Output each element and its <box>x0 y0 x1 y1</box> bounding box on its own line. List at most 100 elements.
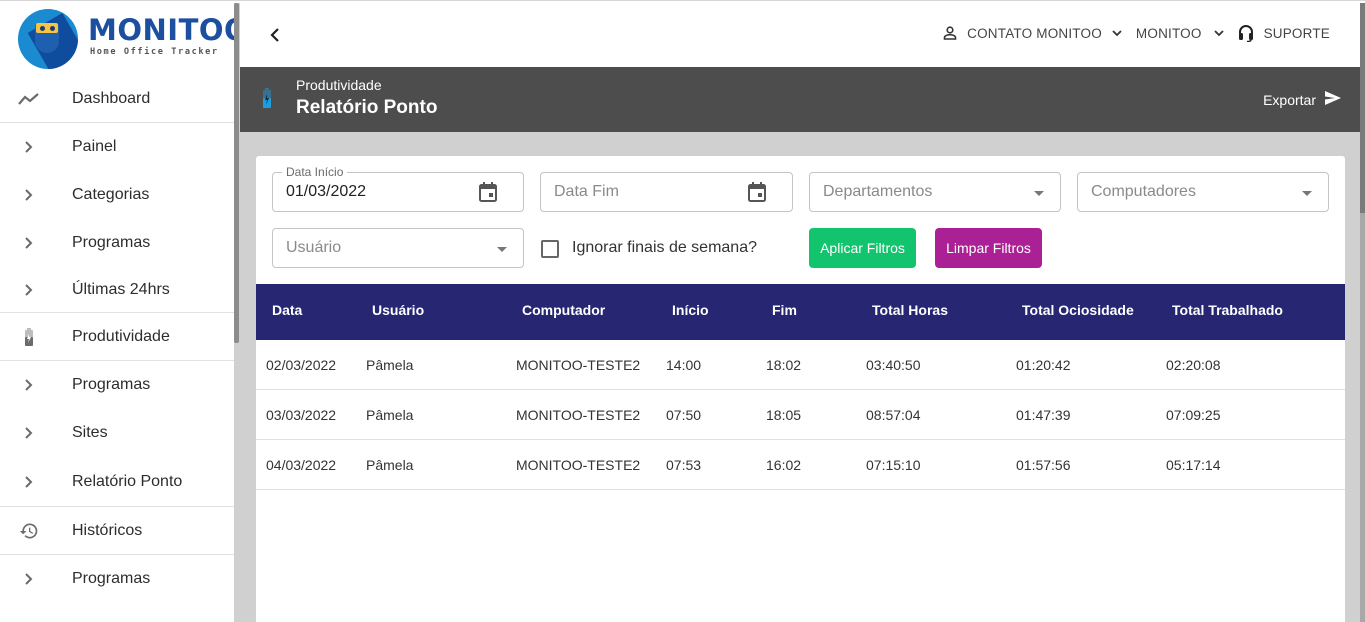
sidebar-item-sites[interactable]: Sites <box>0 409 234 457</box>
calendar-icon[interactable] <box>748 182 766 207</box>
table-row[interactable]: 02/03/2022 Pâmela MONITOO-TESTE2 14:00 18:02… <box>256 340 1345 390</box>
sidebar-item-categorias[interactable]: Categorias <box>0 171 234 219</box>
page-header: Produtividade Relatório Ponto Exportar <box>240 67 1360 132</box>
sidebar-item-label: Programas <box>72 376 151 393</box>
chevron-left-icon[interactable] <box>268 23 286 47</box>
column-header-computador[interactable]: Computador <box>522 302 605 318</box>
dropdown-arrow-icon <box>1034 191 1044 196</box>
ignore-weekends-label[interactable]: Ignorar finais de semana? <box>572 239 757 257</box>
column-header-inicio[interactable]: Início <box>672 302 709 318</box>
cell-total-horas: 03:40:50 <box>866 357 921 373</box>
chevron-down-icon <box>1213 29 1224 37</box>
export-button[interactable]: Exportar <box>1263 90 1342 109</box>
owl-logo-icon <box>18 9 78 69</box>
report-table: Data Usuário Computador Início Fim Total… <box>256 284 1345 490</box>
computers-placeholder: Computadores <box>1091 183 1196 200</box>
cell-total-ociosidade: 01:47:39 <box>1016 407 1071 423</box>
sidebar-item-painel[interactable]: Painel <box>0 123 234 171</box>
cell-total-trabalhado: 07:09:25 <box>1166 407 1221 423</box>
table-row[interactable]: 03/03/2022 Pâmela MONITOO-TESTE2 07:50 18:05… <box>256 390 1345 440</box>
cell-data: 03/03/2022 <box>266 407 337 423</box>
battery-charging-icon <box>18 326 40 348</box>
end-date-placeholder: Data Fim <box>554 183 619 200</box>
clear-filters-button[interactable]: Limpar Filtros <box>935 228 1042 268</box>
cell-fim: 18:05 <box>766 407 802 423</box>
cell-computador: MONITOO-TESTE2 <box>516 457 641 473</box>
column-header-total-ociosidade[interactable]: Total Ociosidade <box>1022 302 1134 318</box>
headset-icon <box>1238 24 1254 42</box>
cell-data: 04/03/2022 <box>266 457 337 473</box>
column-header-data[interactable]: Data <box>272 302 302 318</box>
support-link[interactable]: SUPORTE <box>1238 24 1330 42</box>
chevron-right-icon <box>18 422 40 444</box>
cell-data: 02/03/2022 <box>266 357 337 373</box>
cell-fim: 16:02 <box>766 457 802 473</box>
dropdown-arrow-icon <box>497 247 507 252</box>
column-header-total-horas[interactable]: Total Horas <box>872 302 948 318</box>
cell-total-ociosidade: 01:20:42 <box>1016 357 1071 373</box>
contact-menu[interactable]: CONTATO MONITOO <box>943 26 1122 41</box>
cell-computador: MONITOO-TESTE2 <box>516 357 641 373</box>
ignore-weekends-checkbox[interactable] <box>541 240 559 258</box>
brand-logo[interactable]: MONITOO Home Office Tracker <box>18 7 249 69</box>
table-row[interactable]: 04/03/2022 Pâmela MONITOO-TESTE2 07:53 16:02… <box>256 440 1345 490</box>
column-header-total-trabalhado[interactable]: Total Trabalhado <box>1172 302 1283 318</box>
person-icon <box>943 26 957 40</box>
cell-total-ociosidade: 01:57:56 <box>1016 457 1071 473</box>
table-body: 02/03/2022 Pâmela MONITOO-TESTE2 14:00 18:02… <box>256 340 1345 490</box>
departments-select[interactable]: Departamentos <box>809 172 1061 212</box>
apply-filters-button[interactable]: Aplicar Filtros <box>809 228 916 268</box>
chevron-down-icon <box>1112 29 1122 37</box>
cell-total-trabalhado: 05:17:14 <box>1166 457 1221 473</box>
top-links: CONTATO MONITOO MONITOO SUPORTE <box>929 24 1330 42</box>
sidebar-item-programas[interactable]: Programas <box>0 361 234 409</box>
calendar-icon[interactable] <box>479 182 497 207</box>
topbar: CONTATO MONITOO MONITOO SUPORTE <box>240 3 1360 67</box>
sidebar-item-label: Últimas 24hrs <box>72 280 170 298</box>
sidebar-item-label: Produtividade <box>72 327 170 345</box>
export-label: Exportar <box>1263 91 1316 108</box>
sidebar-item-historicos[interactable]: Históricos <box>0 507 234 555</box>
sidebar-item-label: Painel <box>72 138 117 155</box>
sidebar-item-ultimas-24hrs[interactable]: Últimas 24hrs <box>0 267 234 313</box>
chevron-right-icon <box>18 568 40 590</box>
sidebar-item-label: Históricos <box>72 521 143 539</box>
cell-total-trabalhado: 02:20:08 <box>1166 357 1221 373</box>
cell-usuario: Pâmela <box>366 457 414 473</box>
chevron-right-icon <box>18 471 40 493</box>
sidebar-item-produtividade[interactable]: Produtividade <box>0 313 234 361</box>
battery-charging-icon <box>262 88 272 113</box>
sidebar-item-label: Categorias <box>72 186 150 203</box>
start-date-label: Data Início <box>282 165 348 179</box>
end-date-field[interactable]: Data Fim <box>540 172 793 212</box>
cell-inicio: 07:50 <box>666 407 702 423</box>
company-menu[interactable]: MONITOO <box>1136 26 1224 41</box>
computers-select[interactable]: Computadores <box>1077 172 1329 212</box>
user-placeholder: Usuário <box>286 239 342 256</box>
sidebar-item-label: Programas <box>72 234 151 251</box>
sidebar-item-programas[interactable]: Programas <box>0 219 234 267</box>
sidebar-item-label: Sites <box>72 424 108 441</box>
cell-total-horas: 07:15:10 <box>866 457 921 473</box>
sidebar-item-dashboard[interactable]: Dashboard <box>0 75 234 123</box>
column-header-usuario[interactable]: Usuário <box>372 302 424 318</box>
page-scrollbar-thumb[interactable] <box>1360 3 1365 213</box>
departments-placeholder: Departamentos <box>823 183 933 200</box>
sidebar-item-programas[interactable]: Programas <box>0 555 234 603</box>
sidebar-scrollbar-thumb[interactable] <box>234 3 239 343</box>
start-date-value: 01/03/2022 <box>286 183 367 200</box>
report-card: Data Início 01/03/2022 Data Fim Departam… <box>256 156 1345 622</box>
column-header-fim[interactable]: Fim <box>772 302 797 318</box>
cell-usuario: Pâmela <box>366 357 414 373</box>
start-date-field[interactable]: Data Início 01/03/2022 <box>272 165 524 212</box>
sidebar-item-relatorio-ponto[interactable]: Relatório Ponto <box>0 457 234 507</box>
support-label: SUPORTE <box>1263 25 1330 41</box>
user-select[interactable]: Usuário <box>272 228 524 268</box>
sidebar-nav: Dashboard Painel Categorias Programas Úl… <box>0 75 234 603</box>
cell-fim: 18:02 <box>766 357 802 373</box>
page-title: Relatório Ponto <box>296 97 438 118</box>
company-label: MONITOO <box>1135 25 1202 41</box>
cell-inicio: 07:53 <box>666 457 702 473</box>
brand-name: MONITOO <box>88 13 250 47</box>
brand-tagline: Home Office Tracker <box>90 47 219 57</box>
